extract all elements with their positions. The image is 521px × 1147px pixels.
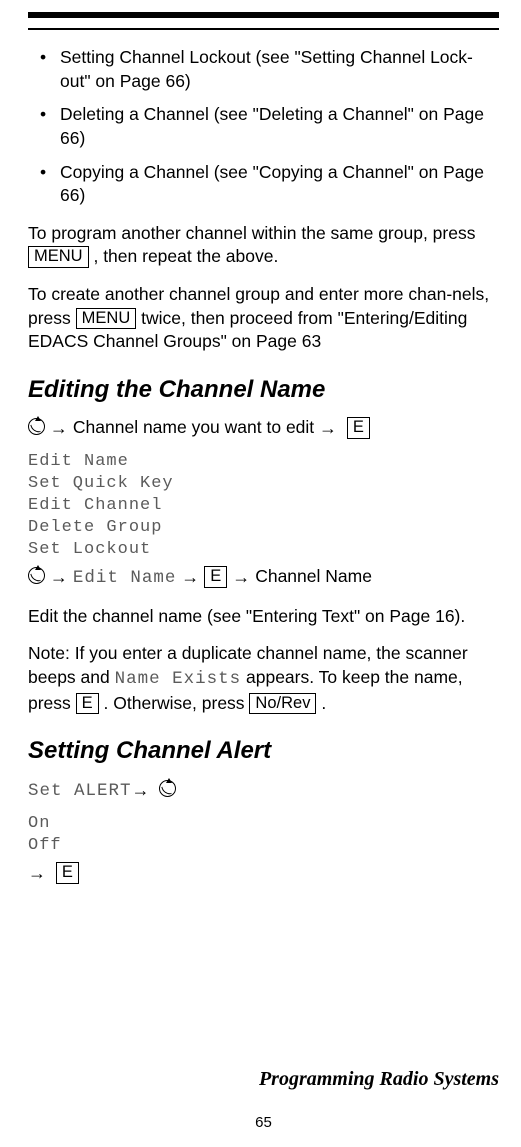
nav-flow: → Channel name you want to edit → E: [28, 416, 499, 440]
norev-key: No/Rev: [249, 693, 316, 715]
page-number: 65: [28, 1113, 499, 1133]
arrow-icon: →: [50, 567, 73, 587]
bullet-list: Setting Channel Lockout (see "Setting Ch…: [28, 46, 499, 208]
e-key: E: [204, 566, 227, 588]
arrow-icon: →: [132, 780, 155, 800]
text: Channel Name: [255, 566, 372, 586]
footer-title: Programming Radio Systems: [28, 1066, 499, 1093]
lcd-line: Delete Group: [28, 517, 499, 539]
arrow-icon: →: [232, 567, 255, 587]
lcd-line: Set Quick Key: [28, 473, 499, 495]
arrow-icon: →: [319, 418, 342, 438]
lcd-menu: Edit Name Set Quick Key Edit Channel Del…: [28, 451, 499, 561]
paragraph: To program another channel within the sa…: [28, 222, 499, 269]
e-key: E: [76, 693, 99, 715]
e-key: E: [347, 417, 370, 439]
text: Channel name you want to edit: [73, 417, 319, 437]
lcd-line: Edit Name: [28, 451, 499, 473]
lcd-menu: On Off: [28, 813, 499, 857]
lcd-line: Off: [28, 835, 499, 857]
scroll-icon: [28, 567, 45, 584]
list-item: Setting Channel Lockout (see "Setting Ch…: [40, 46, 499, 93]
arrow-icon: →: [50, 418, 73, 438]
top-rule-thick: [28, 12, 499, 18]
nav-flow: → E: [28, 861, 499, 885]
footer: Programming Radio Systems 65: [28, 1066, 499, 1133]
arrow-icon: →: [28, 863, 51, 883]
text: .: [316, 693, 326, 713]
text: . Otherwise, press: [99, 693, 250, 713]
nav-flow: Set ALERT→: [28, 778, 499, 804]
arrow-icon: →: [181, 567, 204, 587]
note-paragraph: Note: If you enter a duplicate channel n…: [28, 642, 499, 715]
lcd-line: Edit Channel: [28, 495, 499, 517]
paragraph: Edit the channel name (see "Entering Tex…: [28, 605, 499, 629]
section-heading-channel-alert: Setting Channel Alert: [28, 735, 499, 767]
nav-flow: → Edit Name → E → Channel Name: [28, 565, 499, 591]
lcd-text: Name Exists: [115, 669, 242, 689]
e-key: E: [56, 862, 79, 884]
lcd-line: Set Lockout: [28, 539, 499, 561]
paragraph: To create another channel group and ente…: [28, 283, 499, 354]
list-item: Deleting a Channel (see "Deleting a Chan…: [40, 103, 499, 150]
lcd-text: Set ALERT: [28, 781, 132, 801]
menu-key: MENU: [28, 246, 89, 268]
scroll-icon: [159, 780, 176, 797]
lcd-text: Edit Name: [73, 568, 177, 588]
section-heading-edit-channel-name: Editing the Channel Name: [28, 374, 499, 406]
menu-key: MENU: [76, 308, 137, 330]
text: To program another channel within the sa…: [28, 223, 475, 243]
scroll-icon: [28, 418, 45, 435]
top-rule-thin: [28, 28, 499, 30]
text: , then repeat the above.: [93, 246, 278, 266]
list-item: Copying a Channel (see "Copying a Channe…: [40, 161, 499, 208]
lcd-line: On: [28, 813, 499, 835]
